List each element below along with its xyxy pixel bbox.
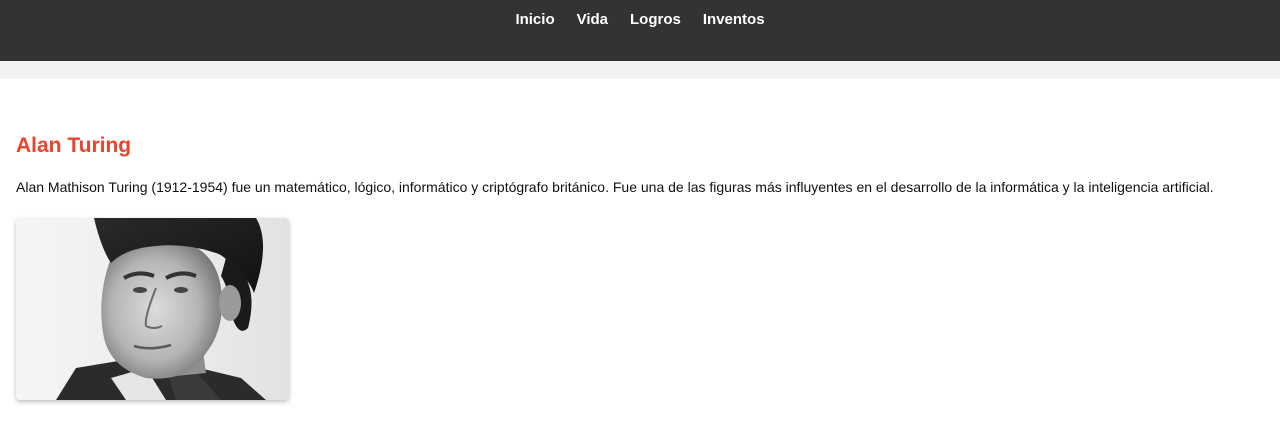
main-content: Alan Turing Alan Mathison Turing (1912-1… (16, 130, 1266, 400)
header-divider-strip (0, 61, 1280, 79)
biography-paragraph: Alan Mathison Turing (1912-1954) fue un … (16, 179, 1214, 195)
top-navigation-bar: Inicio Vida Logros Inventos (0, 0, 1280, 61)
nav-link-inventos[interactable]: Inventos (692, 11, 776, 29)
nav-link-inicio[interactable]: Inicio (504, 11, 565, 29)
main-nav: Inicio Vida Logros Inventos (0, 11, 1280, 29)
nav-link-logros[interactable]: Logros (619, 11, 692, 29)
nav-link-vida[interactable]: Vida (566, 11, 619, 29)
page-title: Alan Turing (16, 134, 132, 157)
portrait-photo (16, 218, 289, 400)
portrait-illustration (16, 218, 289, 400)
